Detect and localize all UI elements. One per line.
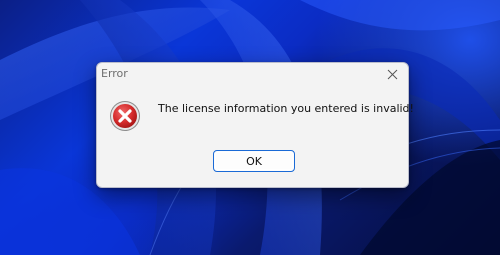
error-dialog: Error The license information you entere… bbox=[96, 62, 414, 188]
close-icon bbox=[387, 69, 397, 79]
error-message: The license information you entered is i… bbox=[158, 102, 414, 115]
ok-button[interactable]: OK bbox=[213, 150, 295, 172]
close-button[interactable] bbox=[381, 65, 403, 83]
error-icon bbox=[110, 101, 140, 131]
dialog-title: Error bbox=[101, 67, 128, 80]
